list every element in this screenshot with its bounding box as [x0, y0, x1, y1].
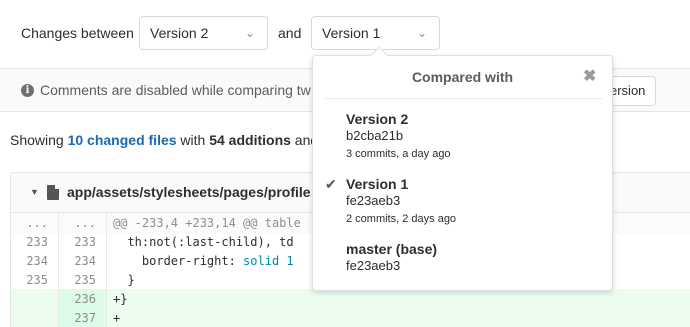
option-sha: b2cba21b	[346, 128, 404, 143]
new-line-number[interactable]: 237	[59, 308, 107, 327]
option-meta: 2 commits, 2 days ago	[346, 213, 457, 225]
code-segment: }	[113, 273, 135, 287]
code-text: border-right: solid 1	[107, 251, 294, 272]
code-text: +}	[107, 289, 127, 310]
summary-prefix: Showing	[10, 132, 64, 148]
diff-added-line: 237 +	[11, 308, 690, 327]
code-segment: border-right:	[113, 254, 244, 268]
old-line-number[interactable]: 234	[11, 251, 59, 272]
version-to-select[interactable]: Version 1 ⌄	[311, 16, 440, 50]
dropdown-divider	[325, 98, 602, 99]
dropdown-title: Compared with	[411, 69, 514, 85]
summary-with: with	[180, 132, 206, 148]
option-meta: 3 commits, a day ago	[346, 148, 451, 160]
check-icon: ✔	[325, 176, 337, 192]
code-text: @@ -233,4 +233,14 @@ table	[107, 213, 301, 234]
code-segment: +	[113, 311, 121, 325]
changed-files-link[interactable]: 10 changed files	[68, 132, 177, 148]
code-value-token: solid 1	[243, 254, 294, 268]
file-path[interactable]: app/assets/stylesheets/pages/profile	[67, 184, 311, 200]
option-sha: fe23aeb3	[346, 258, 401, 273]
old-line-number[interactable]	[11, 289, 59, 310]
version-from-value: Version 2	[150, 25, 209, 41]
code-text: }	[107, 270, 135, 291]
option-name: Version 2	[346, 111, 409, 127]
close-icon[interactable]: ✖	[583, 66, 596, 86]
notice-text: Comments are disabled while comparing tw	[40, 82, 311, 98]
old-line-number[interactable]: ...	[11, 213, 59, 234]
new-line-number[interactable]: 236	[59, 289, 107, 310]
new-line-number[interactable]: 234	[59, 251, 107, 272]
code-text: +	[107, 308, 120, 327]
compare-option[interactable]: master (base) fe23aeb3	[313, 241, 612, 299]
collapse-caret-icon[interactable]: ▼	[30, 187, 39, 197]
version-from-select[interactable]: Version 2 ⌄	[139, 16, 268, 50]
chevron-down-icon: ⌄	[416, 26, 428, 40]
compare-option[interactable]: ✔ Version 1 fe23aeb3 2 commits, 2 days ago	[313, 176, 612, 234]
and-label: and	[278, 25, 302, 41]
option-sha: fe23aeb3	[346, 193, 401, 208]
option-name: master (base)	[346, 241, 438, 257]
info-icon: i	[21, 84, 34, 97]
code-text: th:not(:last-child), td	[107, 232, 294, 253]
new-line-number[interactable]: 233	[59, 232, 107, 253]
new-line-number[interactable]: 235	[59, 270, 107, 291]
compare-option[interactable]: Version 2 b2cba21b 3 commits, a day ago	[313, 111, 612, 169]
code-segment: +}	[113, 292, 128, 306]
version-to-value: Version 1	[322, 25, 381, 41]
additions-count: 54 additions	[209, 132, 291, 148]
old-line-number[interactable]: 235	[11, 270, 59, 291]
compared-with-dropdown: Compared with ✖ Version 2 b2cba21b 3 commi…	[312, 46, 613, 291]
diff-summary: Showing 10 changed files with 54 additio…	[10, 132, 318, 148]
code-segment: th:not(:last-child), td	[113, 235, 294, 249]
new-line-number[interactable]: ...	[59, 213, 107, 234]
file-icon	[47, 185, 59, 200]
chevron-down-icon: ⌄	[244, 26, 256, 40]
changes-between-label: Changes between	[21, 25, 134, 41]
option-name: Version 1	[346, 176, 409, 192]
old-line-number[interactable]	[11, 308, 59, 327]
code-segment: @@ -233,4 +233,14 @@ table	[113, 216, 301, 230]
old-line-number[interactable]: 233	[11, 232, 59, 253]
